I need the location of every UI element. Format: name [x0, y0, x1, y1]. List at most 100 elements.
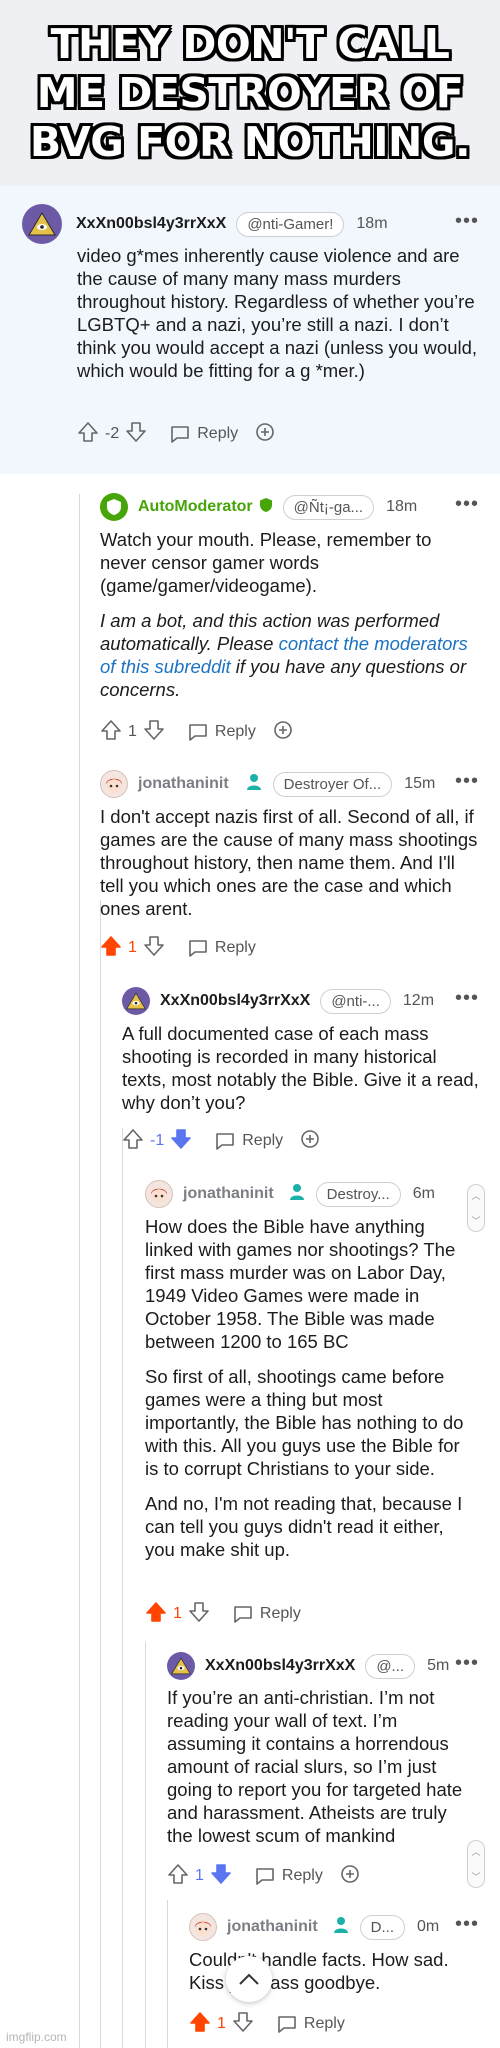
reply-label: Reply — [259, 1605, 301, 1622]
reply-label: Reply — [281, 1867, 323, 1884]
scrollbar[interactable]: ︿ ﹀ — [467, 1184, 485, 1232]
more-options-icon[interactable]: ••• — [455, 1652, 479, 1675]
scroll-to-top-button[interactable] — [226, 1956, 272, 2002]
scrollbar[interactable]: ︿ ﹀ — [467, 1840, 485, 1888]
reply-label: Reply — [197, 425, 239, 442]
comment-text: I don't accept nazis first of all. Secon… — [100, 806, 478, 919]
more-options-icon[interactable]: ••• — [455, 1913, 479, 1936]
comment-text: And no, I'm not reading that, because I … — [145, 1493, 463, 1560]
vote-count: -2 — [105, 425, 120, 442]
award-icon[interactable] — [339, 1863, 361, 1890]
downvote-icon[interactable] — [143, 719, 165, 746]
more-options-icon[interactable]: ••• — [455, 987, 479, 1010]
shield-icon[interactable] — [100, 493, 128, 521]
scroll-down-icon[interactable]: ﹀ — [471, 1214, 480, 1227]
meme-caption-banner: THEY DON'T CALL ME DESTROYER OF BVG FOR … — [0, 0, 500, 186]
user-flair: @nti-Gamer! — [236, 211, 345, 237]
comment-text: video g*mes inherently cause violence an… — [77, 245, 478, 381]
triangle-eye-icon[interactable] — [22, 204, 62, 244]
comment-timestamp: 15m — [404, 775, 436, 792]
scroll-up-icon[interactable]: ︿ — [471, 1189, 480, 1202]
reply-button[interactable]: Reply — [214, 1131, 283, 1151]
comment-username[interactable]: jonathaninit — [138, 775, 229, 793]
upvote-icon[interactable] — [167, 1863, 189, 1890]
more-options-icon[interactable]: ••• — [455, 770, 479, 793]
reply-button[interactable]: Reply — [254, 1866, 323, 1886]
upvote-icon[interactable] — [122, 1128, 144, 1155]
comment-body: If you’re an anti-christian. I’m not rea… — [167, 1686, 472, 1859]
comment-username[interactable]: jonathaninit — [183, 1185, 274, 1203]
reply-button[interactable]: Reply — [187, 938, 256, 958]
comment-body: video g*mes inherently cause violence an… — [77, 244, 482, 394]
thread-line[interactable] — [79, 494, 80, 2048]
vote-count: 1 — [195, 1867, 204, 1884]
thread-line[interactable] — [100, 900, 101, 2048]
upvote-icon-active[interactable] — [145, 1601, 167, 1628]
comment-actions: 1 Reply — [145, 1600, 301, 1628]
reply-bubble-icon — [189, 940, 207, 957]
comment-timestamp: 5m — [427, 1657, 450, 1674]
triangle-eye-icon[interactable] — [167, 1652, 195, 1680]
user-flair: @nti-... — [320, 988, 391, 1014]
thread-line[interactable] — [145, 1642, 146, 2048]
anime-girl-icon[interactable] — [189, 1913, 217, 1941]
comment-timestamp: 6m — [412, 1185, 435, 1202]
comment-username[interactable]: XxXn00bsl4y3rrXxX — [160, 992, 310, 1010]
reply-button[interactable]: Reply — [232, 1604, 301, 1624]
award-icon[interactable] — [254, 421, 276, 448]
downvote-icon[interactable] — [125, 421, 147, 448]
comment-username[interactable]: XxXn00bsl4y3rrXxX — [205, 1657, 355, 1675]
anime-girl-icon[interactable] — [100, 770, 128, 798]
upvote-icon[interactable] — [100, 719, 122, 746]
comment-body: How does the Bible have anything linked … — [145, 1215, 477, 1573]
upvote-icon-active[interactable] — [189, 2011, 211, 2038]
upvote-icon[interactable] — [77, 421, 99, 448]
comment-text: A full documented case of each mass shoo… — [122, 1023, 479, 1113]
comment-body: Watch your mouth. Please, remember to ne… — [100, 528, 482, 713]
more-options-icon[interactable]: ••• — [455, 210, 479, 233]
upvote-icon-active[interactable] — [100, 935, 122, 962]
award-icon[interactable] — [299, 1128, 321, 1155]
comment-timestamp: 12m — [402, 992, 435, 1009]
reply-bubble-icon — [189, 724, 207, 741]
comment-timestamp: 0m — [417, 1918, 440, 1935]
downvote-icon-active[interactable] — [210, 1863, 232, 1890]
comment-text: Watch your mouth. Please, remember to ne… — [100, 529, 432, 596]
comment-username[interactable]: XxXn00bsl4y3rrXxX — [76, 215, 226, 233]
comment-username[interactable]: jonathaninit — [227, 1918, 318, 1936]
bot-disclaimer: I am a bot, and this action was performe… — [100, 609, 482, 701]
comment-actions: 1 Reply — [167, 1862, 361, 1890]
scroll-down-icon[interactable]: ﹀ — [471, 1870, 480, 1883]
thread-line[interactable] — [167, 1900, 168, 2048]
reply-bubble-icon — [171, 426, 190, 443]
anime-girl-icon[interactable] — [145, 1180, 173, 1208]
watermark: imgflip.com — [6, 2030, 67, 2044]
downvote-icon-active[interactable] — [170, 1128, 192, 1155]
reply-button[interactable]: Reply — [276, 2014, 345, 2034]
downvote-icon[interactable] — [188, 1601, 210, 1628]
comment-timestamp: 18m — [386, 498, 418, 515]
reply-bubble-icon — [256, 1868, 274, 1885]
reply-button[interactable]: Reply — [187, 722, 256, 742]
moderator-shield-icon — [259, 497, 273, 518]
reply-button[interactable]: Reply — [169, 424, 238, 444]
user-flair: @Ñt¡-ga... — [282, 494, 375, 520]
downvote-icon[interactable] — [232, 2011, 254, 2038]
more-options-icon[interactable]: ••• — [455, 493, 479, 516]
reply-bubble-icon — [234, 1606, 252, 1623]
vote-count: 1 — [128, 723, 137, 740]
award-icon[interactable] — [272, 719, 294, 746]
op-person-icon — [245, 773, 263, 796]
comment-text: How does the Bible have anything linked … — [145, 1216, 456, 1352]
meme-caption: THEY DON'T CALL ME DESTROYER OF BVG FOR … — [29, 19, 471, 166]
comment-actions: -1 Reply — [122, 1127, 321, 1155]
user-flair: D... — [359, 1914, 405, 1940]
triangle-eye-icon[interactable] — [122, 987, 150, 1015]
scroll-up-icon[interactable]: ︿ — [471, 1845, 480, 1858]
user-flair: @... — [365, 1653, 416, 1679]
comment-actions: 1 Reply — [189, 2010, 345, 2038]
vote-count: -1 — [150, 1132, 165, 1149]
comment-username[interactable]: AutoModerator — [138, 498, 253, 516]
downvote-icon[interactable] — [143, 935, 165, 962]
thread-line[interactable] — [122, 1128, 123, 2048]
